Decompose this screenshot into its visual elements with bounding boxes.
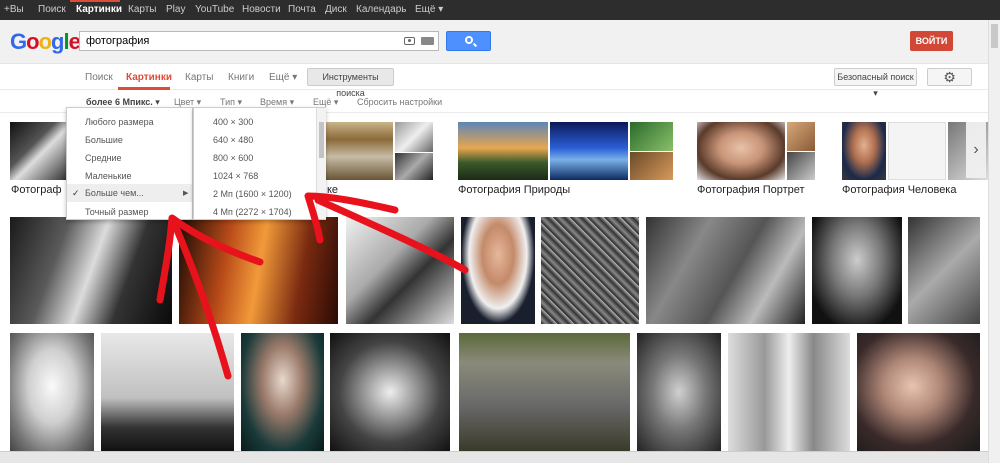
image-result[interactable]	[346, 217, 454, 324]
related-label[interactable]: ке	[327, 184, 338, 196]
menu-scrollbar-thumb[interactable]	[319, 122, 324, 158]
related-thumb[interactable]	[697, 122, 785, 180]
image-result[interactable]	[908, 217, 980, 324]
image-result[interactable]	[101, 333, 234, 451]
image-result[interactable]	[812, 217, 902, 324]
related-next-arrow[interactable]: ›	[966, 122, 986, 178]
topbar-plus-you[interactable]: +Вы	[4, 4, 24, 15]
related-thumb[interactable]	[630, 122, 673, 151]
related-thumb[interactable]	[888, 122, 946, 180]
size-option-exact[interactable]: Точный размер	[85, 207, 149, 217]
related-thumb[interactable]	[787, 122, 815, 151]
related-thumb[interactable]	[842, 122, 886, 180]
tab-images[interactable]: Картинки	[126, 72, 172, 83]
related-thumb[interactable]	[395, 122, 433, 152]
image-result[interactable]	[728, 333, 850, 451]
status-bar	[0, 451, 988, 463]
related-thumb[interactable]	[630, 152, 673, 180]
topbar-images[interactable]: Картинки	[76, 4, 122, 15]
search-input[interactable]: фотография	[79, 31, 439, 51]
search-nav: Поиск Картинки Карты Книги Ещё ▾ Инструм…	[0, 64, 988, 98]
search-icon	[465, 36, 473, 44]
checkmark-icon: ✓	[72, 188, 80, 198]
larger-than-option[interactable]: 4 Мп (2272 × 1704)	[213, 207, 292, 217]
tab-maps[interactable]: Карты	[185, 72, 214, 83]
search-tools-button[interactable]: Инструменты поиска	[307, 68, 394, 98]
larger-than-menu: 400 × 300 640 × 480 800 × 600 1024 × 768…	[193, 107, 326, 220]
image-result[interactable]	[541, 217, 639, 324]
larger-than-option[interactable]: 2 Мп (1600 × 1200)	[213, 189, 292, 199]
related-label[interactable]: Фотография Портрет	[697, 184, 805, 196]
larger-than-option[interactable]: 800 × 600	[213, 153, 253, 163]
related-label[interactable]: Фотография Человека	[842, 184, 956, 196]
google-bar: +Вы Поиск Картинки Карты Play YouTube Но…	[0, 0, 1000, 20]
image-result[interactable]	[646, 217, 805, 324]
gear-icon[interactable]: ⚙	[927, 68, 972, 86]
image-result[interactable]	[10, 217, 172, 324]
larger-than-option[interactable]: 1024 × 768	[213, 171, 258, 181]
topbar-more[interactable]: Ещё ▾	[415, 4, 443, 15]
page-scrollbar[interactable]	[988, 20, 1000, 463]
tab-books[interactable]: Книги	[228, 72, 254, 83]
scrollbar-thumb[interactable]	[991, 24, 998, 48]
topbar-play[interactable]: Play	[166, 4, 185, 15]
image-result[interactable]	[459, 333, 630, 451]
image-result[interactable]	[10, 333, 94, 451]
reset-filters[interactable]: Сбросить настройки	[357, 97, 442, 107]
search-query: фотография	[86, 35, 150, 47]
topbar-maps[interactable]: Карты	[128, 4, 157, 15]
related-label[interactable]: Фотограф	[11, 184, 62, 196]
camera-icon[interactable]	[404, 37, 415, 45]
related-thumb[interactable]	[787, 152, 815, 180]
topbar-search[interactable]: Поиск	[38, 4, 66, 15]
related-thumb[interactable]	[395, 153, 433, 180]
image-result[interactable]	[241, 333, 324, 451]
related-thumb[interactable]	[10, 122, 66, 180]
topbar-active-indicator	[70, 0, 120, 2]
keyboard-icon[interactable]	[421, 37, 434, 45]
image-result[interactable]	[179, 217, 338, 324]
related-thumb[interactable]	[550, 122, 628, 180]
larger-than-option[interactable]: 400 × 300	[213, 117, 253, 127]
larger-than-option[interactable]: 640 × 480	[213, 135, 253, 145]
image-result[interactable]	[857, 333, 980, 451]
topbar-news[interactable]: Новости	[242, 4, 281, 15]
image-result[interactable]	[637, 333, 721, 451]
tab-search[interactable]: Поиск	[85, 72, 113, 83]
image-result[interactable]	[330, 333, 450, 451]
related-thumb[interactable]	[458, 122, 548, 180]
related-label[interactable]: Фотография Природы	[458, 184, 570, 196]
topbar-drive[interactable]: Диск	[325, 4, 347, 15]
tab-active-underline	[118, 87, 170, 90]
search-header: Google фотография ВОЙТИ	[0, 20, 1000, 64]
size-menu: Любого размера Большие Средние Маленькие…	[66, 107, 193, 220]
topbar-mail[interactable]: Почта	[288, 4, 316, 15]
size-option-small[interactable]: Маленькие	[85, 171, 132, 181]
size-option-any[interactable]: Любого размера	[85, 117, 154, 127]
tab-more[interactable]: Ещё ▾	[269, 72, 297, 83]
related-thumb[interactable]	[323, 122, 393, 180]
topbar-calendar[interactable]: Календарь	[356, 4, 406, 15]
search-button[interactable]	[446, 31, 491, 51]
size-option-large[interactable]: Большие	[85, 135, 123, 145]
image-result[interactable]	[461, 217, 535, 324]
login-button[interactable]: ВОЙТИ	[910, 31, 953, 51]
size-option-larger-than[interactable]: Больше чем...	[67, 184, 192, 202]
safe-search-button[interactable]: Безопасный поиск ▾	[834, 68, 917, 98]
menu-scrollbar[interactable]	[316, 108, 326, 219]
google-logo[interactable]: Google	[10, 29, 81, 55]
size-option-medium[interactable]: Средние	[85, 153, 122, 163]
topbar-youtube[interactable]: YouTube	[195, 4, 234, 15]
chevron-right-icon: ▶	[183, 190, 189, 197]
